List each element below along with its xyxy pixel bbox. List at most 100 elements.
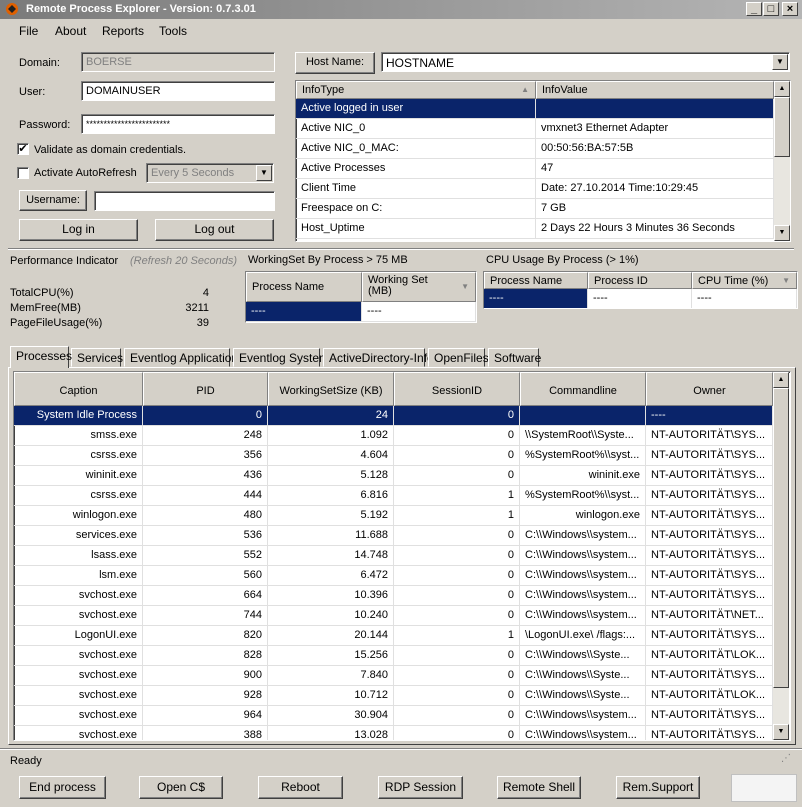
process-cell-owner: NT-AUTORITÄT\LOK... xyxy=(646,646,773,666)
cpu-usage-table[interactable]: Process Name Process ID CPU Time (%) ▼ -… xyxy=(483,271,798,309)
tab-eventlog-application[interactable]: Eventlog Application xyxy=(124,348,238,367)
column-caption[interactable]: Caption xyxy=(14,372,143,406)
remote-shell-button[interactable]: Remote Shell xyxy=(497,776,581,799)
table-row[interactable]: LogonUI.exe 820 20.144 1 \LogonUI.exe\ /flag… xyxy=(14,626,773,646)
table-row[interactable]: svchost.exe 900 7.840 0 C:\\Windows\\Syste..… xyxy=(14,666,773,686)
host-name-select[interactable]: HOSTNAME ▼ xyxy=(381,52,790,72)
column-cpu-time[interactable]: CPU Time (%) ▼ xyxy=(692,272,797,289)
table-row[interactable]: svchost.exe 828 15.256 0 C:\\Windows\\Syste.… xyxy=(14,646,773,666)
process-cell-workingset: 20.144 xyxy=(268,626,394,646)
process-cell-pid: 900 xyxy=(143,666,268,686)
table-row[interactable]: Active NIC_0_MAC: 00:50:56:BA:57:5B xyxy=(296,139,774,159)
table-row[interactable]: lsm.exe 560 6.472 0 C:\\Windows\\system... NT… xyxy=(14,566,773,586)
tab-eventlog-system[interactable]: Eventlog System xyxy=(233,348,329,367)
resize-grip-icon[interactable]: ⋰ xyxy=(781,753,797,769)
menu-file[interactable]: File xyxy=(19,24,38,38)
minimize-button[interactable]: _ xyxy=(746,2,762,16)
tab-processes[interactable]: Processes xyxy=(10,346,72,368)
scroll-up-icon[interactable]: ▲ xyxy=(773,372,789,388)
process-cell-workingset: 10.240 xyxy=(268,606,394,626)
user-field[interactable]: DOMAINUSER xyxy=(81,81,275,101)
menu-reports[interactable]: Reports xyxy=(102,24,144,38)
table-row[interactable]: Client Time Date: 27.10.2014 Time:10:29:4… xyxy=(296,179,774,199)
menu-tools[interactable]: Tools xyxy=(159,24,187,38)
process-cell-sessionid: 1 xyxy=(394,626,520,646)
host-name-button[interactable]: Host Name: xyxy=(295,52,375,74)
column-ws-process-name[interactable]: Process Name xyxy=(246,272,362,302)
scroll-down-icon[interactable]: ▼ xyxy=(773,724,789,740)
table-row[interactable]: svchost.exe 388 13.028 0 C:\\Windows\\system… xyxy=(14,726,773,740)
password-field[interactable]: ************************ xyxy=(81,114,275,134)
process-cell-sessionid: 1 xyxy=(394,486,520,506)
table-row[interactable]: ---- ---- xyxy=(246,302,476,322)
open-c-share-button[interactable]: Open C$ xyxy=(139,776,223,799)
column-workingset[interactable]: WorkingSetSize (KB) xyxy=(268,372,394,406)
column-cpu-process-name[interactable]: Process Name xyxy=(484,272,588,289)
domain-field[interactable]: BOERSE xyxy=(81,52,275,72)
column-infotype[interactable]: InfoType ▲ xyxy=(296,81,536,99)
table-row[interactable]: svchost.exe 964 30.904 0 C:\\Windows\\system… xyxy=(14,706,773,726)
scroll-down-icon[interactable]: ▼ xyxy=(774,225,790,241)
table-row[interactable]: Active NIC_0 vmxnet3 Ethernet Adapter xyxy=(296,119,774,139)
tab-services[interactable]: Services xyxy=(71,348,123,367)
table-row[interactable]: csrss.exe 444 6.816 1 %SystemRoot%\\syst... N… xyxy=(14,486,773,506)
column-infovalue[interactable]: InfoValue xyxy=(536,81,774,99)
table-row[interactable]: winlogon.exe 480 5.192 1 winlogon.exe NT-AUTO… xyxy=(14,506,773,526)
table-row[interactable]: Active Processes 47 xyxy=(296,159,774,179)
process-cell-workingset: 13.028 xyxy=(268,726,394,740)
process-cell-caption: LogonUI.exe xyxy=(14,626,143,646)
scroll-thumb[interactable] xyxy=(774,97,790,157)
menu-about[interactable]: About xyxy=(55,24,86,38)
rdp-session-button[interactable]: RDP Session xyxy=(378,776,463,799)
table-row[interactable]: lsass.exe 552 14.748 0 C:\\Windows\\system..… xyxy=(14,546,773,566)
refresh-interval-select[interactable]: Every 5 Seconds ▼ xyxy=(146,163,274,183)
validate-domain-label: Validate as domain credentials. xyxy=(34,144,187,156)
column-owner[interactable]: Owner xyxy=(646,372,773,406)
process-cell-caption: svchost.exe xyxy=(14,606,143,626)
remote-support-button[interactable]: Rem.Support xyxy=(616,776,700,799)
logout-button[interactable]: Log out xyxy=(155,219,274,241)
table-row[interactable]: services.exe 536 11.688 0 C:\\Windows\\syste… xyxy=(14,526,773,546)
username-field[interactable] xyxy=(94,191,275,211)
login-button[interactable]: Log in xyxy=(19,219,138,241)
table-row[interactable]: svchost.exe 664 10.396 0 C:\\Windows\\system… xyxy=(14,586,773,606)
table-row[interactable]: Active logged in user xyxy=(296,99,774,119)
process-cell-workingset: 11.688 xyxy=(268,526,394,546)
reboot-button[interactable]: Reboot xyxy=(258,776,343,799)
table-row[interactable]: svchost.exe 744 10.240 0 C:\\Windows\\system… xyxy=(14,606,773,626)
validate-domain-checkbox[interactable]: ✔ xyxy=(17,143,29,155)
host-info-scrollbar[interactable]: ▲ ▼ xyxy=(774,81,790,241)
tab-openfiles[interactable]: OpenFiles xyxy=(428,348,489,367)
column-cpu-process-id[interactable]: Process ID xyxy=(588,272,692,289)
process-cell-commandline: C:\\Windows\\system... xyxy=(520,566,646,586)
process-cell-workingset: 5.128 xyxy=(268,466,394,486)
table-row[interactable]: wininit.exe 436 5.128 0 wininit.exe NT-AUTORI… xyxy=(14,466,773,486)
column-ws-working-set[interactable]: Working Set (MB) ▼ xyxy=(362,272,476,302)
cpu-usage-title: CPU Usage By Process (> 1%) xyxy=(486,254,639,266)
table-row[interactable]: Host_Uptime 2 Days 22 Hours 3 Minutes 36 … xyxy=(296,219,774,239)
tab-software[interactable]: Software xyxy=(488,348,541,367)
host-info-table[interactable]: InfoType ▲ InfoValue Active logged in us… xyxy=(295,80,791,242)
workingset-table[interactable]: Process Name Working Set (MB) ▼ ---- ---… xyxy=(245,271,477,323)
username-button[interactable]: Username: xyxy=(19,190,87,211)
table-row[interactable]: Freespace on C: 7 GB xyxy=(296,199,774,219)
table-row[interactable]: csrss.exe 356 4.604 0 %SystemRoot%\\syst... N… xyxy=(14,446,773,466)
process-cell-pid: 664 xyxy=(143,586,268,606)
tab-activedirectory-info[interactable]: ActiveDirectory-Info xyxy=(323,348,434,367)
processes-scrollbar[interactable]: ▲ ▼ xyxy=(773,372,789,740)
table-row[interactable]: smss.exe 248 1.092 0 \\SystemRoot\\Syste... N… xyxy=(14,426,773,446)
end-process-button[interactable]: End process xyxy=(19,776,106,799)
process-cell-caption: svchost.exe xyxy=(14,646,143,666)
column-sessionid[interactable]: SessionID xyxy=(394,372,520,406)
autorefresh-checkbox[interactable] xyxy=(17,167,29,179)
table-row[interactable]: svchost.exe 928 10.712 0 C:\\Windows\\Syste.… xyxy=(14,686,773,706)
processes-table[interactable]: Caption PID WorkingSetSize (KB) SessionID Co… xyxy=(13,371,791,741)
scroll-thumb[interactable] xyxy=(773,388,789,688)
column-pid[interactable]: PID xyxy=(143,372,268,406)
column-commandline[interactable]: Commandline xyxy=(520,372,646,406)
close-button[interactable]: × xyxy=(782,2,798,16)
scroll-up-icon[interactable]: ▲ xyxy=(774,81,790,97)
maximize-button[interactable]: □ xyxy=(763,2,779,16)
table-row[interactable]: ---- ---- ---- xyxy=(484,289,797,308)
table-row[interactable]: System Idle Process 0 24 0 ---- xyxy=(14,406,773,426)
